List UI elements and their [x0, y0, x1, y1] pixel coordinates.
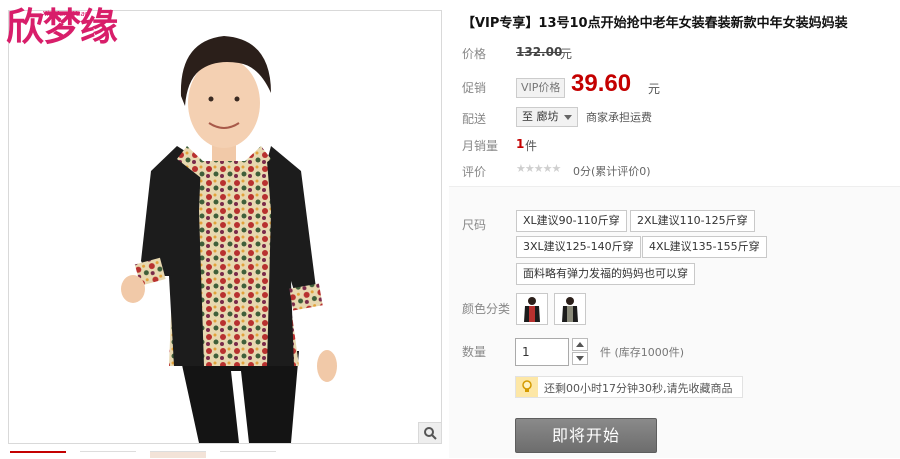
color-swatch-1[interactable]	[516, 293, 548, 325]
shipping-destination-select[interactable]: 至 廊坊	[516, 107, 578, 127]
thumbnail-1[interactable]	[10, 451, 66, 459]
size-option-2xl[interactable]: 2XL建议110-125斤穿	[630, 210, 755, 232]
countdown-tip: 还剩00小时17分钟30秒,请先收藏商品	[515, 376, 743, 398]
quantity-label: 数量	[462, 345, 487, 359]
countdown-text: 还剩00小时17分钟30秒,请先收藏商品	[544, 382, 733, 395]
product-image[interactable]	[8, 10, 442, 444]
caret-down-icon	[576, 356, 584, 361]
promo-label: 促销	[462, 81, 487, 95]
brand-logo: 欣梦缘 XinMengYuan	[6, 8, 118, 46]
original-price-unit: 元	[560, 47, 573, 61]
zoom-button[interactable]	[418, 422, 441, 443]
color-swatch-2[interactable]	[554, 293, 586, 325]
review-summary[interactable]: 0分(累计评价0)	[573, 163, 651, 179]
promo-price: 39.60	[571, 70, 632, 97]
size-option-4xl[interactable]: 4XL建议135-155斤穿	[642, 236, 767, 258]
color-swatch-image-1	[524, 297, 540, 322]
product-photo	[121, 36, 337, 443]
brand-subtitle: XinMengYuan	[42, 10, 90, 18]
promo-price-unit: 元	[648, 82, 661, 96]
size-option-3xl[interactable]: 3XL建议125-140斤穿	[516, 236, 641, 258]
magnifier-icon	[424, 427, 437, 440]
vip-price-tag: VIP价格	[516, 78, 566, 98]
quantity-increase[interactable]	[572, 338, 588, 351]
caret-up-icon	[576, 342, 584, 347]
product-title: 【VIP专享】13号10点开始抢中老年女装春装新款中年女装妈妈装	[462, 16, 848, 31]
shipping-destination-value: 至 廊坊	[522, 110, 559, 123]
stock-info: 件 (库存1000件)	[600, 346, 685, 359]
size-option-note[interactable]: 面料略有弹力发福的妈妈也可以穿	[516, 263, 695, 285]
price-label: 价格	[462, 47, 487, 61]
coming-soon-button[interactable]: 即将开始	[515, 418, 657, 453]
monthly-sales-unit: 件	[525, 139, 538, 153]
monthly-sales-value: 1	[516, 137, 525, 151]
monthly-sales-label: 月销量	[462, 139, 499, 153]
quantity-input[interactable]: 1	[515, 338, 569, 366]
original-price: 132.00	[516, 45, 563, 59]
color-swatch-image-2	[562, 297, 578, 322]
size-option-xl[interactable]: XL建议90-110斤穿	[516, 210, 627, 232]
rating-stars: ★★★★★	[516, 162, 561, 175]
size-label: 尺码	[462, 218, 487, 232]
color-label: 颜色分类	[462, 302, 511, 316]
shipping-note: 商家承担运费	[586, 111, 652, 124]
chevron-down-icon	[564, 115, 572, 120]
review-label: 评价	[462, 165, 487, 179]
shipping-label: 配送	[462, 112, 487, 126]
lightbulb-icon	[516, 377, 538, 397]
quantity-decrease[interactable]	[572, 352, 588, 365]
